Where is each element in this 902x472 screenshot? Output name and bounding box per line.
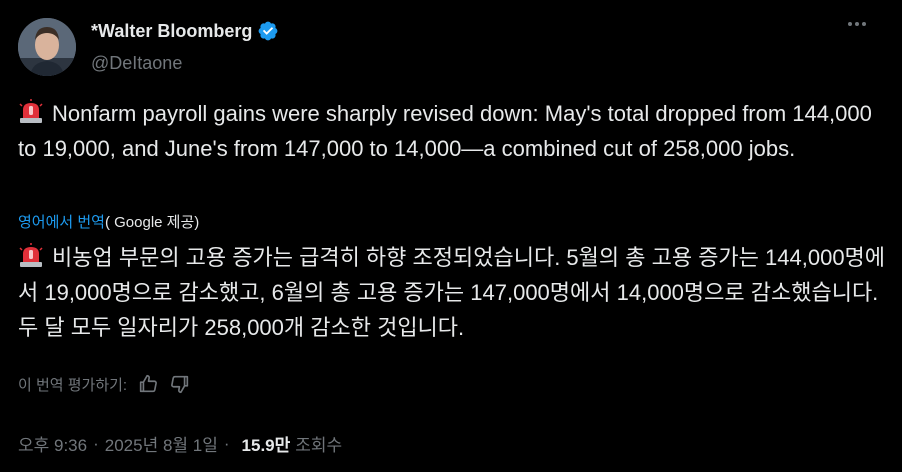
tweet-meta: 오후 9:36 · 2025년 8월 1일 · 15.9만 조회수 bbox=[18, 431, 342, 456]
tweet-time[interactable]: 오후 9:36 bbox=[18, 431, 87, 456]
siren-emoji-icon bbox=[19, 243, 43, 267]
tweet-body: Nonfarm payroll gains were sharply revis… bbox=[18, 101, 872, 161]
verified-badge-icon bbox=[258, 21, 278, 41]
translation-provider: ( Google 제공) bbox=[104, 214, 200, 231]
views-label: 조회수 bbox=[295, 436, 343, 455]
views-count[interactable]: 15.9만 bbox=[242, 431, 291, 456]
rate-translation-label: 이 번역 평가하기: bbox=[18, 376, 128, 394]
translated-from-link[interactable]: 영어에서 번역 bbox=[18, 214, 105, 231]
thumbs-up-icon[interactable] bbox=[137, 373, 159, 395]
dot bbox=[848, 22, 852, 26]
author-handle[interactable]: @DeItaone bbox=[91, 53, 182, 74]
translated-text: 비농업 부문의 고용 증가는 급격히 하향 조정되었습니다. 5월의 총 고용 … bbox=[18, 240, 888, 345]
author-name[interactable]: *Walter Bloomberg bbox=[91, 21, 252, 42]
dot bbox=[862, 22, 866, 26]
tweet-text: Nonfarm payroll gains were sharply revis… bbox=[18, 96, 878, 166]
dot bbox=[855, 22, 859, 26]
tweet-date[interactable]: 2025년 8월 1일 bbox=[105, 431, 218, 456]
avatar-image bbox=[18, 18, 76, 76]
separator: · bbox=[93, 433, 99, 453]
author-avatar[interactable] bbox=[18, 18, 76, 76]
rate-translation-row: 이 번역 평가하기: bbox=[18, 373, 191, 395]
siren-emoji-icon bbox=[19, 99, 43, 123]
author-name-row[interactable]: *Walter Bloomberg bbox=[91, 20, 279, 42]
thumbs-down-icon[interactable] bbox=[169, 373, 191, 395]
separator: · bbox=[223, 433, 230, 453]
translation-header: 영어에서 번역( Google 제공) bbox=[18, 211, 199, 232]
more-options-icon[interactable] bbox=[848, 22, 866, 26]
translated-body: 비농업 부문의 고용 증가는 급격히 하향 조정되었습니다. 5월의 총 고용 … bbox=[18, 245, 886, 340]
